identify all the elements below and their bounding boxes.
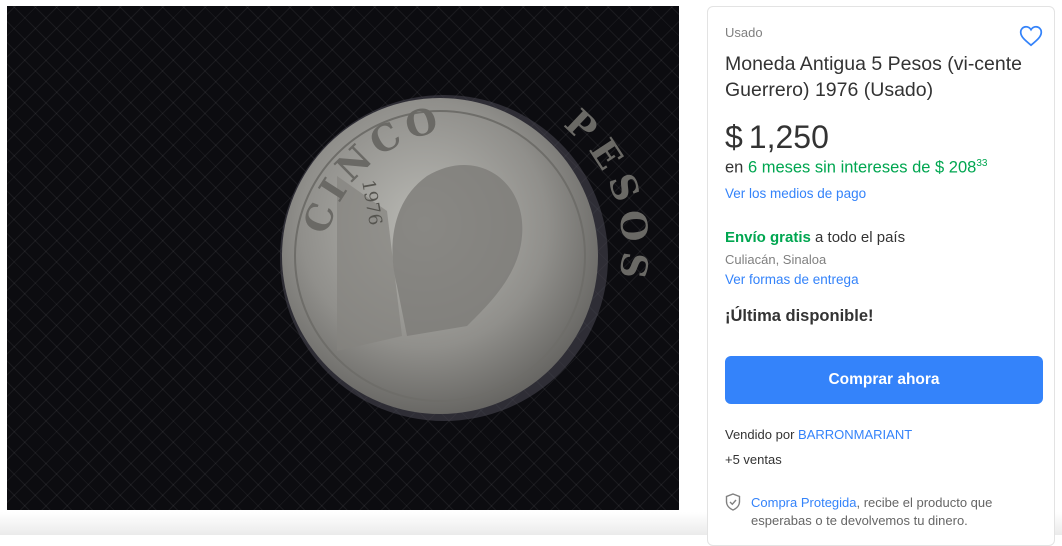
product-image[interactable]: CINCO PESOS 1976 <box>7 6 679 510</box>
delivery-options-link[interactable]: Ver formas de entrega <box>725 272 859 287</box>
shield-check-icon <box>725 493 741 511</box>
seller-sales: +5 ventas <box>725 452 782 467</box>
installments: en 6 meses sin intereses de $ 20833 <box>725 158 987 178</box>
heart-outline-icon[interactable] <box>1018 23 1044 49</box>
installments-cents: 33 <box>976 158 988 169</box>
price: $1,250 <box>725 119 829 156</box>
shipping-suffix: a todo el país <box>815 229 906 246</box>
buy-box: Usado Moneda Antigua 5 Pesos (vi-cente G… <box>707 6 1055 546</box>
seller-location: Culiacán, Sinaloa <box>725 252 827 267</box>
price-currency: $ <box>725 119 743 155</box>
condition-label: Usado <box>725 25 763 40</box>
coin-illustration: CINCO PESOS 1976 <box>280 95 648 421</box>
shipping-info: Envío gratis a todo el país <box>725 229 905 246</box>
protected-purchase-link[interactable]: Compra Protegida <box>751 495 857 510</box>
seller-name-link[interactable]: BARRONMARIANT <box>798 427 912 442</box>
installments-prefix: en <box>725 158 744 177</box>
price-amount: 1,250 <box>748 119 829 155</box>
seller-info: Vendido por BARRONMARIANT <box>725 427 912 442</box>
free-shipping-label: Envío gratis <box>725 229 811 246</box>
buy-now-button[interactable]: Comprar ahora <box>725 356 1043 404</box>
stock-status: ¡Última disponible! <box>725 307 874 325</box>
product-title: Moneda Antigua 5 Pesos (vi-cente Guerrer… <box>725 53 1023 101</box>
seller-prefix: Vendido por <box>725 427 795 442</box>
payment-methods-link[interactable]: Ver los medios de pago <box>725 186 866 201</box>
purchase-protection: Compra Protegida, recibe el producto que… <box>751 494 1041 530</box>
installments-highlight: 6 meses sin intereses de $ 208 <box>747 158 977 177</box>
